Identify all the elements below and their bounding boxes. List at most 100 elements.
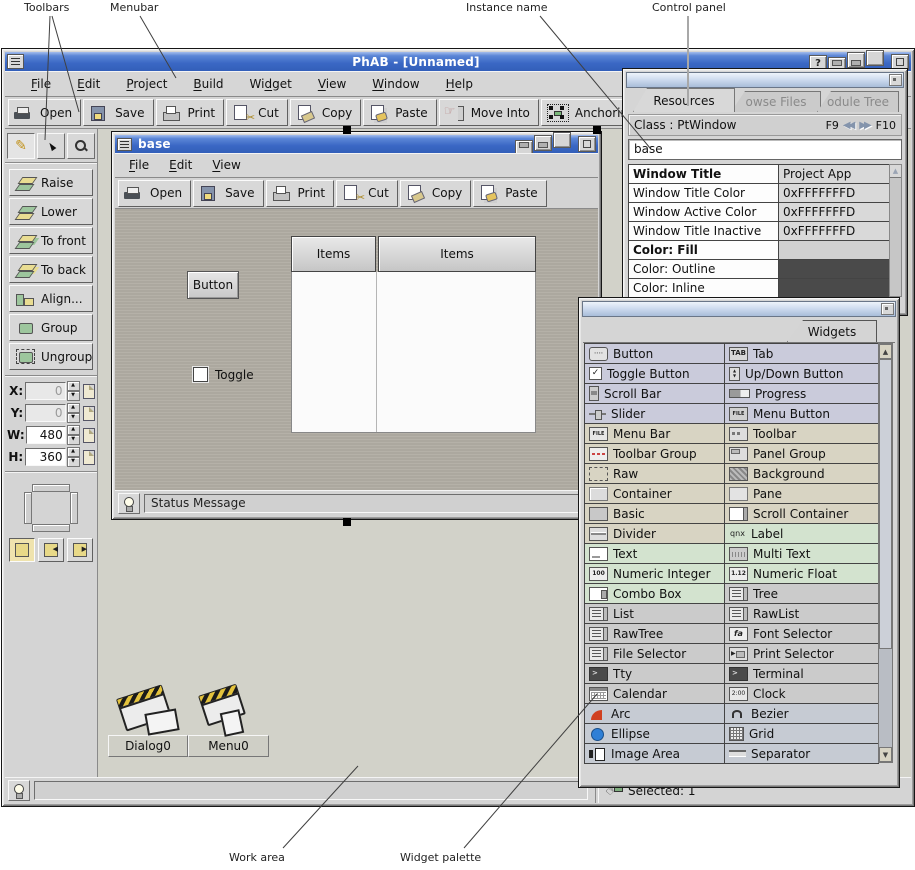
tree-column-header[interactable]: Items xyxy=(378,236,536,272)
resize-handle[interactable] xyxy=(343,518,351,526)
menu-view[interactable]: View xyxy=(318,77,346,91)
tab-odule-tree[interactable]: odule Tree xyxy=(817,91,899,112)
y-lock-icon[interactable] xyxy=(83,406,95,421)
open-button[interactable]: Open xyxy=(8,99,81,126)
palette-item-numeric-float[interactable]: Numeric Float xyxy=(725,564,879,583)
w-lock-icon[interactable] xyxy=(83,428,95,443)
palette-item-menu-bar[interactable]: Menu Bar xyxy=(585,424,725,443)
w-value-input[interactable]: 480 xyxy=(26,426,66,444)
base-window-menu-icon[interactable] xyxy=(117,138,132,151)
palette-item-background[interactable]: Background xyxy=(725,464,879,483)
base-save-button[interactable]: Save xyxy=(193,180,263,207)
y-value-input[interactable]: 0 xyxy=(25,404,65,422)
w-spin-down-icon[interactable]: ▼ xyxy=(67,435,80,445)
resource-table-scrollbar[interactable] xyxy=(889,164,902,297)
palette-item-scroll-bar[interactable]: Scroll Bar xyxy=(585,384,725,403)
palette-item-arc[interactable]: Arc xyxy=(585,704,725,723)
x-value-input[interactable]: 0 xyxy=(25,382,65,400)
cut-button[interactable]: Cut xyxy=(226,99,288,126)
magnifier-tool-button[interactable] xyxy=(67,133,95,159)
palette-item-progress[interactable]: Progress xyxy=(725,384,879,403)
resize-handle[interactable] xyxy=(593,126,601,134)
collapse-module-button[interactable] xyxy=(38,538,64,562)
palette-item-toolbar-group[interactable]: Toolbar Group xyxy=(585,444,725,463)
palette-item-grid[interactable]: Grid xyxy=(725,724,879,743)
x-lock-icon[interactable] xyxy=(83,384,95,399)
h-lock-icon[interactable] xyxy=(83,450,95,465)
base-design-canvas[interactable]: Button Items Items Toggle xyxy=(115,209,598,491)
copy-button[interactable]: Copy xyxy=(290,99,361,126)
palette-item-rawlist[interactable]: RawList xyxy=(725,604,879,623)
palette-item-list[interactable]: List xyxy=(585,604,725,623)
y-spin-up-icon[interactable]: ▲ xyxy=(67,403,80,413)
palette-item-panel-group[interactable]: Panel Group xyxy=(725,444,879,463)
palette-item-terminal[interactable]: Terminal xyxy=(725,664,879,683)
menu-window[interactable]: Window xyxy=(372,77,419,91)
show-modules-button[interactable] xyxy=(9,538,35,562)
tree-body[interactable] xyxy=(291,272,536,433)
module-label-menu0[interactable]: Menu0 xyxy=(188,735,269,757)
w-spin-up-icon[interactable]: ▲ xyxy=(67,425,80,435)
scroll-down-icon[interactable]: ▼ xyxy=(879,747,892,762)
palette-item-basic[interactable]: Basic xyxy=(585,504,725,523)
palette-item-rawtree[interactable]: RawTree xyxy=(585,624,725,643)
scrollbar-thumb[interactable] xyxy=(879,359,892,649)
paste-button[interactable]: Paste xyxy=(363,99,436,126)
checkbox-icon[interactable] xyxy=(193,367,208,382)
print-button[interactable]: Print xyxy=(156,99,225,126)
palette-item-label[interactable]: Label xyxy=(725,524,879,543)
palette-item-toolbar[interactable]: Toolbar xyxy=(725,424,879,443)
base-copy-button[interactable]: Copy xyxy=(400,180,471,207)
unshade-window-button[interactable] xyxy=(534,135,552,151)
h-spin-down-icon[interactable]: ▼ xyxy=(67,457,80,467)
y-spin-down-icon[interactable]: ▼ xyxy=(67,413,80,423)
base-cut-button[interactable]: Cut xyxy=(336,180,398,207)
base-module-window[interactable]: base FileEditView OpenSavePrintCutCopyPa… xyxy=(111,131,602,520)
unshade-window-button[interactable] xyxy=(847,52,865,68)
tab-owse-files[interactable]: owse Files xyxy=(731,91,821,112)
panel-window-button[interactable] xyxy=(889,74,902,86)
palette-item-pane[interactable]: Pane xyxy=(725,484,879,503)
prev-widget-icon[interactable]: ◀◀ xyxy=(843,120,852,131)
align-button[interactable]: Align... xyxy=(9,285,93,312)
to-back-button[interactable]: To back xyxy=(9,256,93,283)
palette-item-font-selector[interactable]: Font Selector xyxy=(725,624,879,643)
ungroup-button[interactable]: Ungroup xyxy=(9,343,93,370)
resource-value[interactable]: Project App xyxy=(779,165,890,183)
resource-row[interactable]: Window TitleProject App xyxy=(629,165,890,184)
palette-scrollbar[interactable]: ▲ ▼ xyxy=(878,343,893,763)
menu-project[interactable]: Project xyxy=(126,77,167,91)
expand-module-button[interactable] xyxy=(67,538,93,562)
palette-item-image-area[interactable]: Image Area xyxy=(585,744,725,763)
palette-item-slider[interactable]: Slider xyxy=(585,404,725,423)
designed-push-button[interactable]: Button xyxy=(187,271,239,299)
palette-item-up-down-button[interactable]: Up/Down Button xyxy=(725,364,879,383)
tab-widgets[interactable]: Widgets xyxy=(787,320,877,342)
next-widget-icon[interactable]: ▶▶ xyxy=(859,120,868,131)
blank-window-button[interactable] xyxy=(553,132,571,148)
palette-item-calendar[interactable]: Calendar xyxy=(585,684,725,703)
h-value-input[interactable]: 360 xyxy=(25,448,65,466)
palette-item-combo-box[interactable]: Combo Box xyxy=(585,584,725,603)
palette-item-toggle-button[interactable]: Toggle Button xyxy=(585,364,725,383)
palette-item-scroll-container[interactable]: Scroll Container xyxy=(725,504,879,523)
menu-file[interactable]: File xyxy=(31,77,51,91)
blank-window-button[interactable] xyxy=(866,50,884,66)
palette-item-text[interactable]: Text xyxy=(585,544,725,563)
palette-item-container[interactable]: Container xyxy=(585,484,725,503)
palette-item-button[interactable]: Button xyxy=(585,344,725,363)
window-menu-icon[interactable] xyxy=(7,54,24,69)
x-spin-up-icon[interactable]: ▲ xyxy=(67,381,80,391)
palette-item-numeric-integer[interactable]: Numeric Integer xyxy=(585,564,725,583)
anchor-right[interactable] xyxy=(70,492,78,524)
save-button[interactable]: Save xyxy=(83,99,153,126)
resource-color-swatch[interactable] xyxy=(779,260,890,278)
close-window-button[interactable] xyxy=(578,136,596,152)
base-menu-file[interactable]: File xyxy=(129,158,149,172)
group-button[interactable]: Group xyxy=(9,314,93,341)
resource-row[interactable]: Window Title Inactive0xFFFFFFFD xyxy=(629,222,890,241)
palette-window-button[interactable] xyxy=(881,303,894,315)
lower-button[interactable]: Lower xyxy=(9,198,93,225)
palette-item-raw[interactable]: Raw xyxy=(585,464,725,483)
resource-row[interactable]: Color: Inline xyxy=(629,279,890,298)
